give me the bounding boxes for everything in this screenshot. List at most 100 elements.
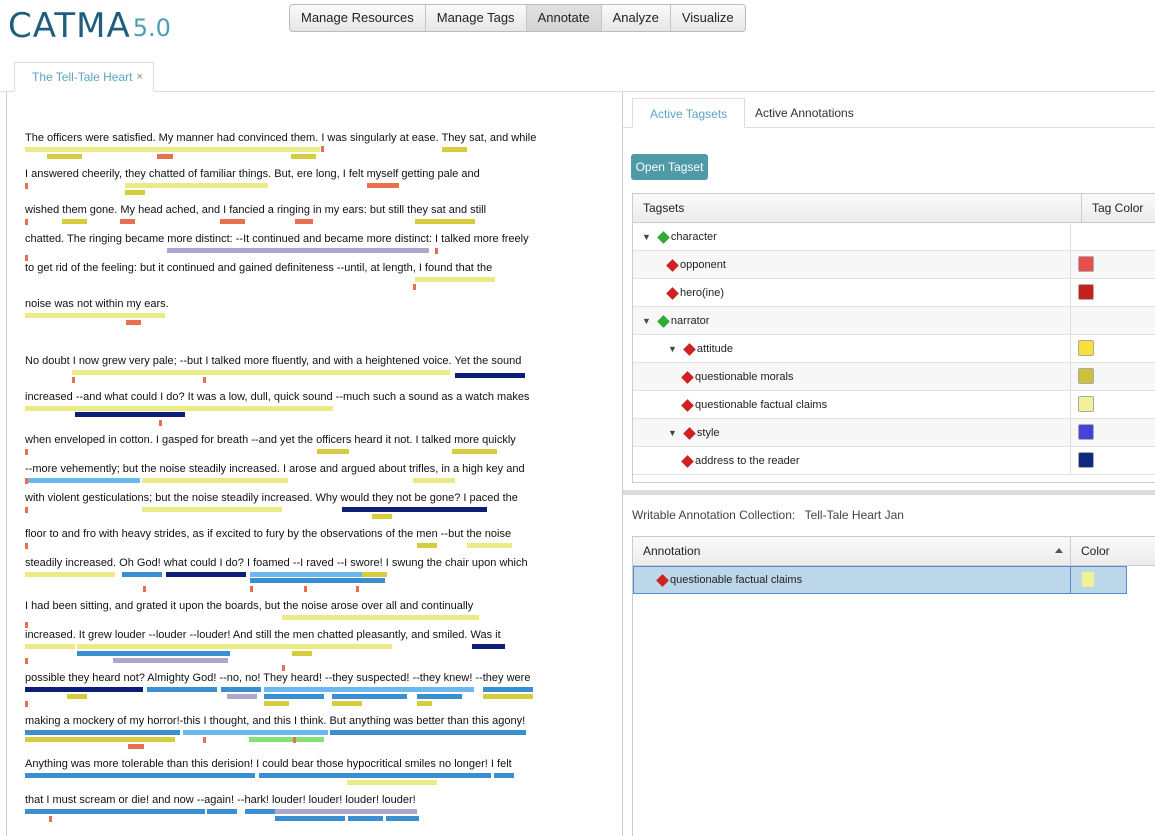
text-line[interactable]: making a mockery of my horror!-this I th…: [25, 715, 525, 728]
annotation-highlight[interactable]: [347, 780, 437, 785]
tag-color-swatch[interactable]: [1078, 396, 1094, 412]
annotation-highlight[interactable]: [483, 694, 533, 699]
annotation-highlight[interactable]: [372, 514, 392, 519]
annotation-highlight[interactable]: [25, 147, 320, 152]
annotation-highlight[interactable]: [128, 744, 144, 749]
annotation-highlight[interactable]: [413, 478, 455, 483]
annotation-highlight[interactable]: [282, 615, 479, 620]
annotation-row[interactable]: questionable factual claims: [633, 566, 1127, 594]
sort-ascending-icon[interactable]: [1055, 548, 1063, 553]
catma-logo[interactable]: CATMA 5.0: [8, 2, 171, 46]
tag-color-swatch[interactable]: [1078, 452, 1094, 468]
annotation-highlight[interactable]: [494, 773, 514, 778]
annotation-highlight[interactable]: [47, 154, 82, 159]
text-line[interactable]: I had been sitting, and grated it upon t…: [25, 600, 473, 613]
annotation-highlight[interactable]: [367, 183, 399, 188]
annotation-highlight[interactable]: [467, 543, 512, 548]
text-line[interactable]: I answered cheerily, they chatted of fam…: [25, 168, 480, 181]
annotation-highlight[interactable]: [310, 816, 345, 821]
annotation-highlight[interactable]: [442, 147, 467, 152]
annotation-highlight[interactable]: [25, 478, 140, 483]
annotation-highlight[interactable]: [330, 730, 526, 735]
annotation-highlight[interactable]: [264, 694, 324, 699]
annotation-highlight[interactable]: [25, 773, 255, 778]
tag-color-swatch[interactable]: [1078, 368, 1094, 384]
tag-color-swatch[interactable]: [1078, 256, 1094, 272]
tagset-row[interactable]: ▼ style: [633, 419, 1155, 447]
tagset-row[interactable]: opponent: [633, 251, 1155, 279]
expand-toggle-icon[interactable]: ▼: [668, 419, 677, 447]
annotation-highlight[interactable]: [125, 183, 268, 188]
tagset-row[interactable]: address to the reader: [633, 447, 1155, 475]
tagset-row[interactable]: questionable morals: [633, 363, 1155, 391]
annotation-highlight[interactable]: [72, 370, 450, 375]
nav-manage-tags[interactable]: Manage Tags: [426, 5, 527, 31]
tagset-row[interactable]: ▼ narrator: [633, 307, 1155, 335]
annotation-highlight[interactable]: [415, 219, 475, 224]
annotation-highlight[interactable]: [77, 651, 230, 656]
text-line[interactable]: that I must scream or die! and now --aga…: [25, 794, 416, 807]
annotation-highlight[interactable]: [295, 219, 313, 224]
expand-toggle-icon[interactable]: ▼: [642, 307, 651, 335]
annotation-highlight[interactable]: [249, 737, 324, 742]
annotation-highlight[interactable]: [122, 572, 162, 577]
annotation-highlight[interactable]: [125, 190, 145, 195]
open-tagset-button[interactable]: Open Tagset: [631, 154, 708, 180]
annotation-highlight[interactable]: [275, 809, 417, 814]
annotation-highlight[interactable]: [332, 701, 362, 706]
annotation-highlight[interactable]: [167, 248, 429, 253]
nav-manage-resources[interactable]: Manage Resources: [290, 5, 426, 31]
annotation-highlight[interactable]: [291, 154, 316, 159]
annotation-highlight[interactable]: [25, 687, 143, 692]
expand-toggle-icon[interactable]: ▼: [642, 223, 651, 251]
text-line[interactable]: when enveloped in cotton. I gasped for b…: [25, 434, 516, 447]
annotation-highlight[interactable]: [417, 694, 462, 699]
annotation-highlight[interactable]: [183, 730, 328, 735]
text-line[interactable]: noise was not within my ears.: [25, 298, 169, 311]
annotation-highlight[interactable]: [250, 578, 385, 583]
text-line[interactable]: chatted. The ringing became more distinc…: [25, 233, 529, 246]
annotation-highlight[interactable]: [264, 701, 289, 706]
column-header-color[interactable]: Color: [1070, 537, 1155, 566]
annotation-highlight[interactable]: [342, 507, 487, 512]
annotation-highlight[interactable]: [221, 687, 261, 692]
annotation-highlight[interactable]: [77, 644, 392, 649]
annotation-highlight[interactable]: [25, 730, 180, 735]
annotation-highlight[interactable]: [120, 219, 135, 224]
nav-visualize[interactable]: Visualize: [671, 5, 745, 31]
annotation-highlight[interactable]: [415, 277, 495, 282]
text-line[interactable]: increased --and what could I do? It was …: [25, 391, 529, 404]
annotation-highlight[interactable]: [142, 507, 282, 512]
tag-color-swatch[interactable]: [1078, 284, 1094, 300]
annotation-highlight[interactable]: [332, 694, 407, 699]
tab-active-annotations[interactable]: Active Annotations: [738, 98, 871, 128]
annotation-highlight[interactable]: [292, 651, 312, 656]
annotation-highlight[interactable]: [275, 816, 310, 821]
annotation-highlight[interactable]: [227, 694, 257, 699]
annotation-highlight[interactable]: [207, 809, 237, 814]
annotation-highlight[interactable]: [75, 412, 185, 417]
annotation-highlight[interactable]: [220, 219, 245, 224]
annotation-highlight[interactable]: [472, 644, 505, 649]
annotation-highlight[interactable]: [245, 809, 275, 814]
annotation-highlight[interactable]: [264, 687, 474, 692]
expand-toggle-icon[interactable]: ▼: [668, 335, 677, 363]
text-line[interactable]: to get rid of the feeling: but it contin…: [25, 262, 492, 275]
annotation-highlight[interactable]: [25, 406, 333, 411]
tag-color-swatch[interactable]: [1078, 340, 1094, 356]
annotation-highlight[interactable]: [483, 687, 533, 692]
annotation-highlight[interactable]: [157, 154, 173, 159]
annotation-highlight[interactable]: [386, 816, 419, 821]
tagset-row[interactable]: questionable factual claims: [633, 391, 1155, 419]
text-line[interactable]: No doubt I now grew very pale; --but I t…: [25, 355, 521, 368]
annotation-highlight[interactable]: [113, 658, 228, 663]
document-tab[interactable]: The Tell-Tale Heart ×: [14, 62, 154, 92]
column-header-tag-color[interactable]: Tag Color: [1081, 194, 1155, 223]
text-line[interactable]: --more vehemently; but the noise steadil…: [25, 463, 525, 476]
text-line[interactable]: floor to and fro with heavy strides, as …: [25, 528, 511, 541]
close-icon[interactable]: ×: [137, 62, 143, 92]
annotation-highlight[interactable]: [147, 687, 217, 692]
annotation-highlight[interactable]: [126, 320, 141, 325]
split-panel-divider[interactable]: [623, 490, 1155, 495]
text-line[interactable]: steadily increased. Oh God! what could I…: [25, 557, 528, 570]
